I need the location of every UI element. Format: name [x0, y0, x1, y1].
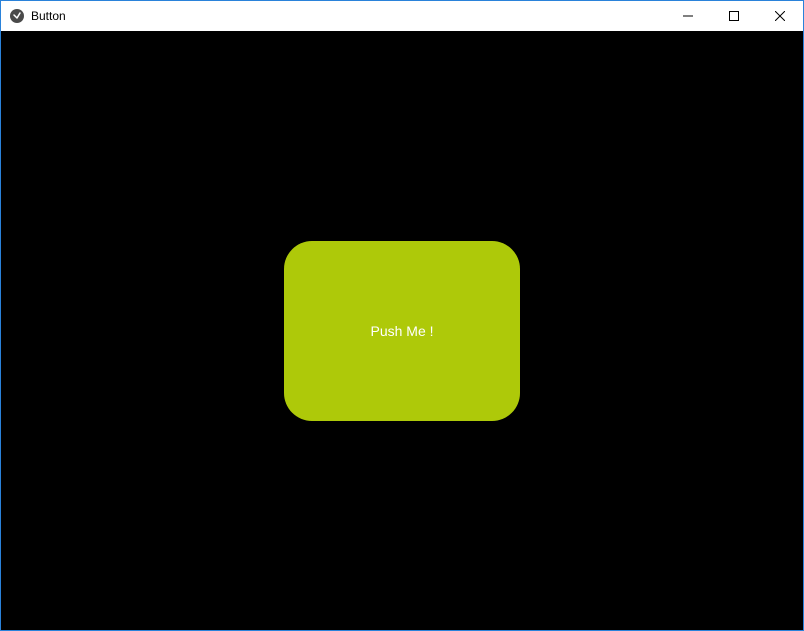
- close-icon: [775, 11, 785, 21]
- push-me-button[interactable]: Push Me !: [284, 241, 520, 421]
- window-titlebar: Button: [1, 1, 803, 31]
- content-area: Push Me !: [1, 31, 803, 630]
- close-button[interactable]: [757, 1, 803, 31]
- window-title: Button: [31, 9, 66, 23]
- window-app-icon: [9, 8, 25, 24]
- maximize-icon: [729, 11, 739, 21]
- minimize-button[interactable]: [665, 1, 711, 31]
- minimize-icon: [683, 11, 693, 21]
- maximize-button[interactable]: [711, 1, 757, 31]
- window-controls: [665, 1, 803, 31]
